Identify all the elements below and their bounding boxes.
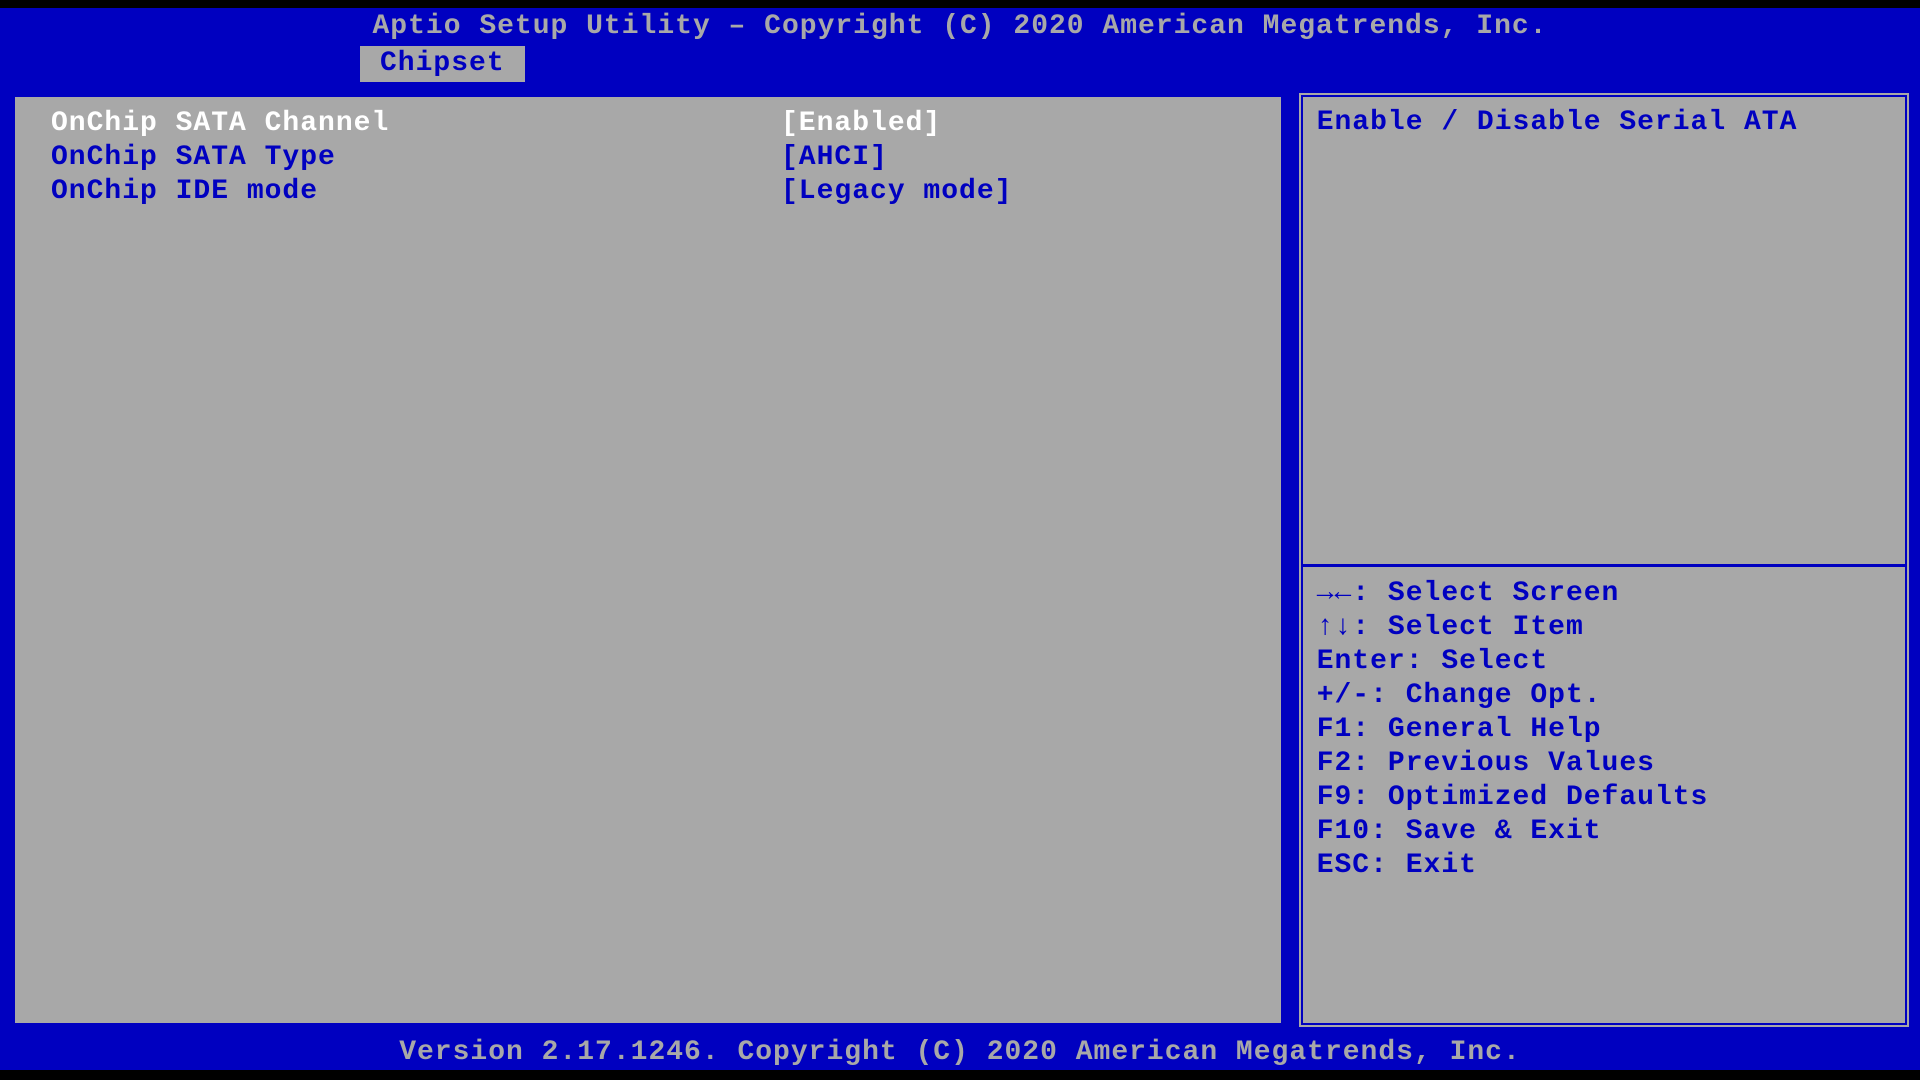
setting-onchip-sata-channel[interactable]: OnChip SATA Channel [Enabled] — [51, 107, 1245, 141]
nav-f9: F9: Optimized Defaults — [1317, 781, 1895, 815]
setting-value: [AHCI] — [781, 141, 1245, 175]
bios-screen: Aptio Setup Utility – Copyright (C) 2020… — [0, 0, 1920, 1080]
nav-select-item: ↑↓: Select Item — [1317, 611, 1895, 645]
help-spacer — [1313, 138, 1895, 564]
nav-enter: Enter: Select — [1317, 645, 1895, 679]
nav-change: +/-: Change Opt. — [1317, 679, 1895, 713]
setting-label: OnChip SATA Channel — [51, 107, 781, 141]
nav-esc: ESC: Exit — [1317, 849, 1895, 883]
tab-chipset[interactable]: Chipset — [360, 46, 525, 82]
top-border — [0, 0, 1920, 8]
footer-version: Version 2.17.1246. Copyright (C) 2020 Am… — [0, 1038, 1920, 1070]
main-area: OnChip SATA Channel [Enabled] OnChip SAT… — [0, 82, 1920, 1038]
setting-value: [Enabled] — [781, 107, 1245, 141]
nav-f1: F1: General Help — [1317, 713, 1895, 747]
settings-panel: OnChip SATA Channel [Enabled] OnChip SAT… — [8, 90, 1288, 1030]
setting-onchip-sata-type[interactable]: OnChip SATA Type [AHCI] — [51, 141, 1245, 175]
header-title: Aptio Setup Utility – Copyright (C) 2020… — [0, 8, 1920, 46]
navigation-help: →←: Select Screen ↑↓: Select Item Enter:… — [1313, 577, 1895, 883]
help-description: Enable / Disable Serial ATA — [1313, 107, 1895, 138]
help-divider — [1303, 564, 1905, 567]
tab-bar: Chipset — [0, 46, 1920, 82]
setting-label: OnChip SATA Type — [51, 141, 781, 175]
nav-f10: F10: Save & Exit — [1317, 815, 1895, 849]
setting-value: [Legacy mode] — [781, 175, 1245, 209]
setting-label: OnChip IDE mode — [51, 175, 781, 209]
nav-f2: F2: Previous Values — [1317, 747, 1895, 781]
nav-bottom-spacer — [1313, 883, 1895, 1013]
setting-onchip-ide-mode[interactable]: OnChip IDE mode [Legacy mode] — [51, 175, 1245, 209]
help-panel: Enable / Disable Serial ATA →←: Select S… — [1296, 90, 1912, 1030]
nav-select-screen: →←: Select Screen — [1317, 577, 1895, 611]
